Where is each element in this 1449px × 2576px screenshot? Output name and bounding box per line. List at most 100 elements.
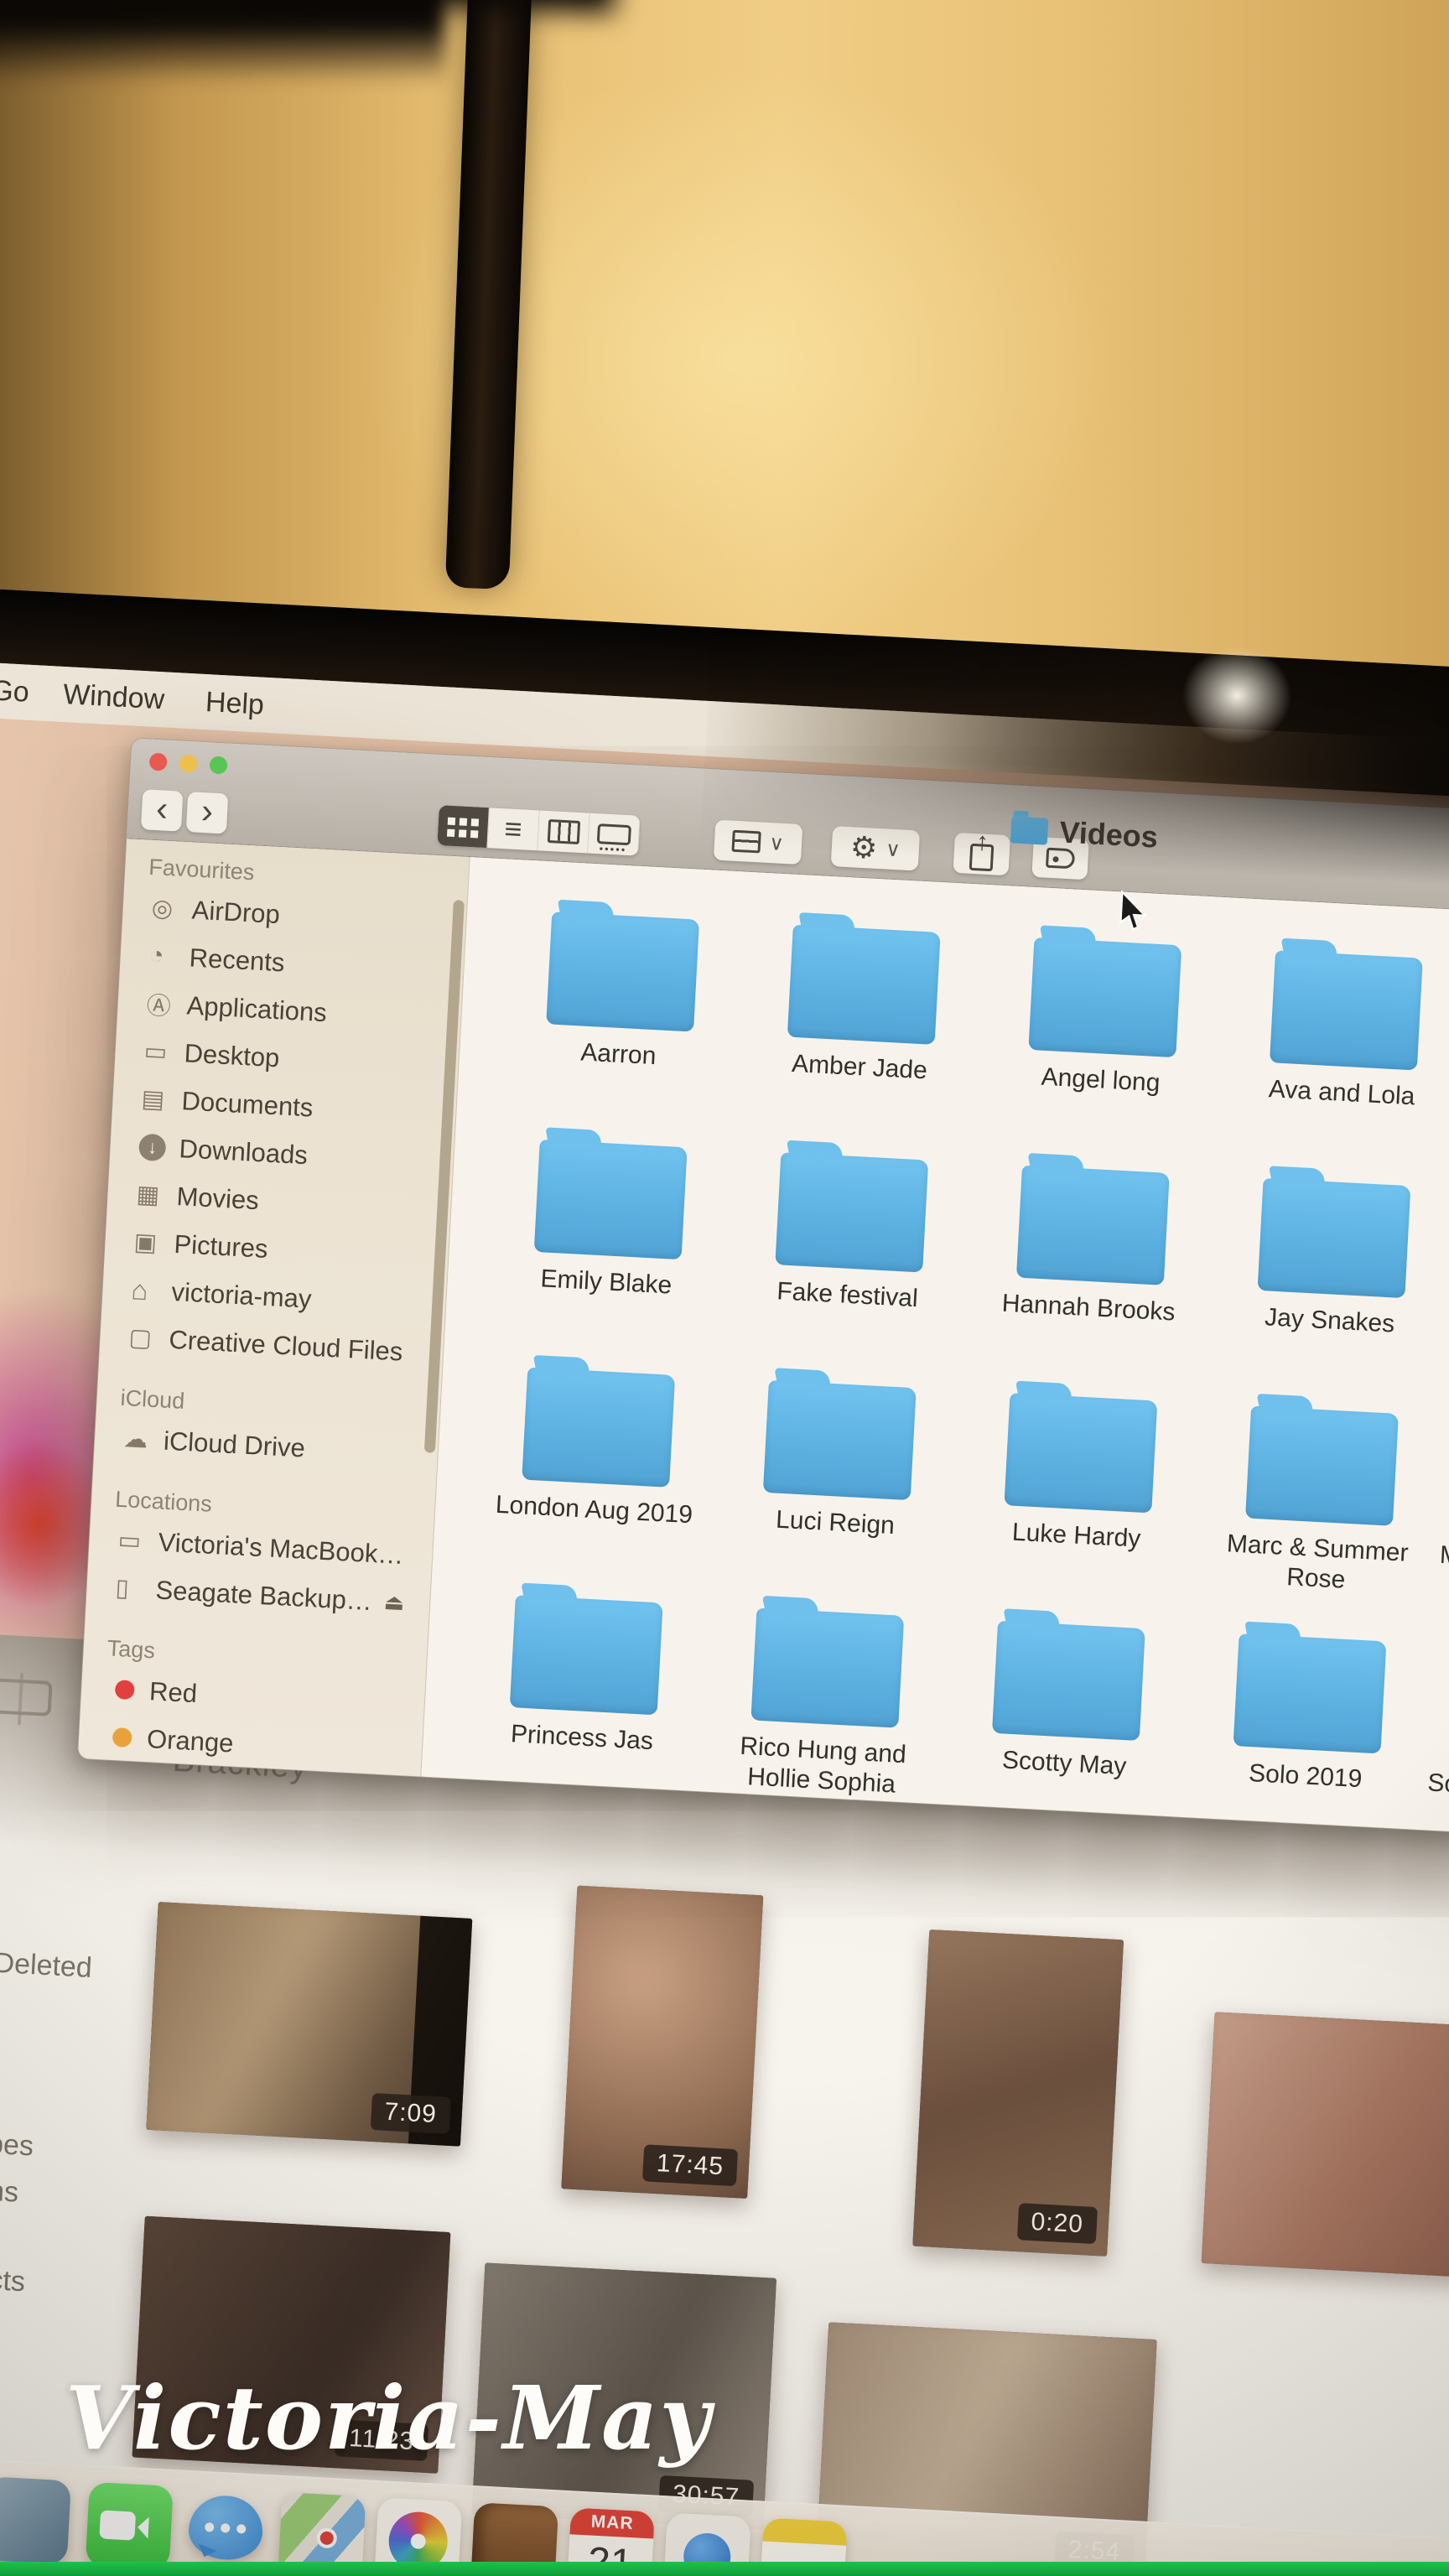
tag-icon — [1046, 848, 1075, 870]
window-title-text: Videos — [1058, 814, 1158, 854]
gear-icon: ⚙ — [849, 832, 878, 864]
folder-label: Fake festival — [776, 1276, 918, 1314]
folder-icon — [750, 1608, 904, 1728]
page-nav-fragment[interactable]: cts — [0, 2264, 26, 2298]
menu-window[interactable]: Window — [62, 678, 165, 716]
folder-item[interactable]: Luci Reign — [711, 1353, 964, 1593]
icon-view-button[interactable] — [437, 805, 489, 848]
list-view-button[interactable]: ≡ — [487, 808, 539, 850]
red-tag-dot — [115, 1680, 135, 1700]
desktop-icon — [143, 1036, 185, 1068]
dock-icon-facetime[interactable] — [86, 2482, 174, 2570]
folder-item[interactable]: Luke Hardy — [953, 1365, 1206, 1606]
folder-label: Ava and Lola — [1268, 1074, 1415, 1112]
finder-sidebar: Favourites AirDrop Recents Applications … — [78, 839, 470, 1776]
folder-item[interactable]: Amber Jade — [735, 897, 989, 1138]
page-nav-fragment[interactable]: pes — [0, 2128, 34, 2163]
view-mode-group: ≡ — [437, 805, 640, 856]
folder-item[interactable]: Hannah Brooks — [964, 1138, 1218, 1379]
folder-icon — [787, 925, 941, 1045]
forward-button[interactable]: › — [186, 792, 228, 834]
orange-tag-dot — [112, 1727, 132, 1748]
folder-item[interactable]: Rico Hung and Hollie Sophia — [699, 1581, 953, 1821]
folder-icon — [1233, 1633, 1387, 1753]
folder-icon — [775, 1152, 928, 1272]
folder-label: Scotty May — [1001, 1745, 1127, 1782]
movies-icon — [136, 1180, 178, 1212]
folder-item[interactable]: Fake festival — [724, 1124, 977, 1365]
macbook-screen: Go Window Help Brackley sDeletedpesnscts… — [0, 585, 1449, 2576]
folder-icon — [510, 1595, 663, 1715]
close-button[interactable] — [149, 753, 168, 771]
folder-label: Emily Blake — [540, 1264, 673, 1301]
folder-label: London Aug 2019 — [495, 1490, 693, 1530]
laptop-icon — [117, 1525, 159, 1557]
recents-icon — [148, 942, 190, 972]
folder-item[interactable]: Emily Blake — [482, 1112, 735, 1353]
back-button[interactable]: ‹ — [141, 789, 183, 831]
finder-window: ‹ › ≡ ∨ ⚙∨ Videos — [77, 737, 1449, 1861]
external-disk-icon — [115, 1573, 157, 1605]
column-view-icon — [547, 819, 579, 844]
page-nav-fragment[interactable]: ns — [0, 2175, 19, 2210]
group-icon — [732, 830, 761, 854]
folder-icon — [1258, 1178, 1411, 1298]
video-progress-bar[interactable] — [0, 2562, 1449, 2576]
airdrop-icon — [151, 893, 193, 925]
video-thumbnail[interactable]: 0:20 — [912, 1929, 1124, 2257]
home-icon — [131, 1274, 173, 1308]
folder-proxy-icon — [1010, 816, 1049, 844]
folder-label: Amber Jade — [791, 1049, 927, 1087]
folder-item[interactable]: Princess Jas — [458, 1567, 711, 1808]
finder-content-area: Aarron Amber Jade Angel long Ava and Lol… — [422, 857, 1449, 1860]
list-view-icon: ≡ — [504, 813, 523, 844]
folder-icon — [128, 1322, 170, 1354]
folder-item[interactable]: Marc & Summer Rose — [1193, 1379, 1446, 1619]
folder-icon — [534, 1140, 688, 1259]
share-icon — [969, 844, 995, 871]
menu-go[interactable]: Go — [0, 674, 30, 709]
folder-icon — [992, 1621, 1145, 1741]
column-view-button[interactable] — [538, 810, 589, 853]
folder-icon — [1270, 950, 1423, 1070]
folder-item[interactable]: Jay Snakes — [1206, 1150, 1449, 1391]
folder-label: Jay Snakes — [1264, 1302, 1395, 1339]
video-thumbnail[interactable]: 7:09 — [146, 1902, 472, 2147]
video-thumbnail[interactable] — [1202, 2012, 1449, 2277]
duration-badge: 7:09 — [370, 2093, 451, 2134]
gallery-view-button[interactable] — [588, 813, 640, 856]
page-toolbar-icon[interactable] — [0, 1678, 53, 1716]
pictures-icon — [133, 1227, 175, 1259]
dock-icon-finder[interactable] — [0, 2476, 71, 2564]
share-button[interactable] — [953, 833, 1010, 875]
folder-icon — [1245, 1406, 1399, 1526]
folder-grid: Aarron Amber Jade Angel long Ava and Lol… — [421, 857, 1449, 1861]
thumbnail-placeholder — [1202, 2012, 1449, 2277]
duration-badge: 0:20 — [1016, 2203, 1098, 2244]
folder-item[interactable]: Ava and Lola — [1218, 922, 1449, 1163]
page-nav-fragment[interactable]: Deleted — [0, 1947, 93, 1985]
folder-label: M — [1439, 1540, 1449, 1571]
folder-icon — [546, 911, 699, 1031]
group-by-button[interactable]: ∨ — [714, 820, 802, 865]
speech-bubble-icon — [187, 2494, 264, 2562]
eject-icon[interactable]: ⏏ — [383, 1589, 405, 1616]
gallery-view-icon — [596, 823, 631, 845]
folder-item[interactable]: Scotty May — [940, 1593, 1193, 1834]
grid-view-icon — [448, 817, 455, 824]
minimize-button[interactable] — [179, 754, 198, 772]
zoom-button[interactable] — [210, 756, 228, 774]
folder-item[interactable]: London Aug 2019 — [470, 1340, 724, 1581]
menu-help[interactable]: Help — [205, 686, 265, 722]
actions-button[interactable]: ⚙∨ — [831, 826, 920, 870]
folder-item[interactable]: Angel long — [977, 910, 1230, 1150]
folder-icon — [522, 1368, 675, 1488]
folder-item[interactable]: Aarron — [495, 884, 748, 1124]
folder-icon — [1016, 1166, 1170, 1285]
folder-item[interactable]: Solo 2019 — [1182, 1606, 1435, 1846]
applications-icon — [146, 985, 188, 1022]
folder-label: Solo 2019 — [1248, 1758, 1363, 1794]
page-nav-fragment[interactable]: s — [0, 1737, 2, 1770]
folder-icon — [1028, 937, 1182, 1057]
video-thumbnail[interactable]: 17:45 — [561, 1886, 763, 2199]
